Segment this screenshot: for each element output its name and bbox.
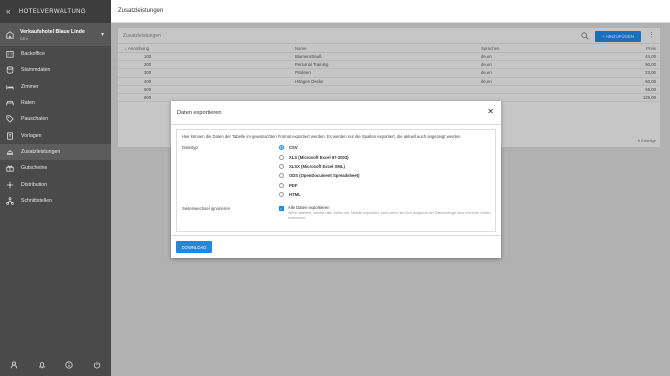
sidebar: « HOTELVERWALTUNG Verkaufshotel Blaue Li… bbox=[0, 0, 111, 376]
dialog-footer: DOWNLOAD bbox=[171, 235, 501, 258]
radio-label: CSV bbox=[289, 145, 298, 150]
network-icon bbox=[5, 197, 15, 205]
dialog-body: Hier können die Daten der Tabelle im gew… bbox=[176, 129, 496, 232]
radio-xls[interactable]: XLS (Microsoft Excel 97-2003) bbox=[279, 154, 349, 160]
sidebar-item-zimmer[interactable]: Zimmer bbox=[0, 79, 111, 95]
sidebar-item-stammdaten[interactable]: Stammdaten bbox=[0, 62, 111, 78]
hotel-name: Verkaufshotel Blaue Linde bbox=[20, 28, 85, 35]
gift-icon bbox=[5, 164, 15, 172]
radio-label: HTML bbox=[289, 191, 301, 197]
sidebar-header: « HOTELVERWALTUNG bbox=[0, 0, 111, 23]
radio-circle[interactable] bbox=[279, 145, 284, 150]
sidebar-item-label: Raten bbox=[21, 100, 35, 107]
sidebar-bottom-bar bbox=[0, 353, 111, 376]
export-all-checkbox[interactable]: ✓ Alle Daten exportieren Wenn aktiviert,… bbox=[279, 205, 498, 220]
chevron-down-icon: ▾ bbox=[100, 32, 104, 38]
user-icon[interactable] bbox=[9, 360, 18, 369]
dialog-title: Daten exportieren bbox=[177, 109, 222, 116]
checkbox-checked-icon[interactable]: ✓ bbox=[279, 206, 284, 211]
sidebar-item-schnittstellen[interactable]: Schnittstellen bbox=[0, 193, 111, 209]
radio-circle[interactable] bbox=[279, 154, 284, 160]
sidebar-item-label: Stammdaten bbox=[21, 67, 51, 74]
distribution-icon bbox=[5, 181, 15, 189]
download-button[interactable]: DOWNLOAD bbox=[176, 241, 212, 253]
radio-xlsx[interactable]: XLSX (Microsoft Excel XML) bbox=[279, 164, 345, 169]
close-icon[interactable]: ✕ bbox=[487, 108, 494, 116]
power-icon[interactable] bbox=[93, 360, 102, 369]
sidebar-item-distribution[interactable]: Distribution bbox=[0, 176, 111, 192]
radio-label: ODS (OpenDocument Spreadsheet) bbox=[289, 173, 360, 178]
dialog-intro-text: Hier können die Daten der Tabelle im gew… bbox=[182, 134, 462, 139]
bell-icon[interactable] bbox=[37, 360, 46, 369]
export-dialog: Daten exportieren ✕ Hier können die Date… bbox=[171, 101, 501, 258]
hotel-icon bbox=[6, 30, 14, 39]
radio-label: PDF bbox=[289, 182, 298, 188]
checkbox-hint: Wenn aktiviert, werden alle Zeilen der T… bbox=[288, 211, 491, 220]
sidebar-item-backoffice[interactable]: Backoffice bbox=[0, 46, 111, 62]
sidebar-item-label: Pauschalen bbox=[21, 116, 49, 123]
radio-label: XLSX (Microsoft Excel XML) bbox=[289, 164, 345, 169]
tag-icon bbox=[5, 115, 15, 124]
hotel-code: DEV bbox=[20, 35, 29, 41]
radio-circle[interactable] bbox=[279, 164, 284, 169]
sidebar-item-zusatzleistungen[interactable]: Zusatzleistungen bbox=[0, 143, 111, 161]
sidebar-item-pauschalen[interactable]: Pauschalen bbox=[0, 111, 111, 127]
sidebar-item-label: Vorlagen bbox=[21, 132, 42, 139]
radio-ods[interactable]: ODS (OpenDocument Spreadsheet) bbox=[279, 173, 360, 178]
bed-icon bbox=[5, 83, 15, 91]
collapse-sidebar-icon[interactable]: « bbox=[6, 7, 11, 16]
template-icon bbox=[5, 132, 15, 140]
sidebar-item-gutscheine[interactable]: Gutscheine bbox=[0, 160, 111, 176]
sidebar-item-label: Schnittstellen bbox=[21, 197, 52, 204]
radio-circle[interactable] bbox=[279, 182, 284, 188]
filetype-label: Dateityp bbox=[182, 145, 198, 150]
sidebar-item-label: Zimmer bbox=[21, 83, 39, 90]
sidebar-item-label: Zusatzleistungen bbox=[21, 148, 61, 155]
dialog-header: Daten exportieren ✕ bbox=[171, 101, 501, 125]
sidebar-item-label: Backoffice bbox=[21, 51, 45, 58]
hotel-selector[interactable]: Verkaufshotel Blaue Linde DEV ▾ bbox=[0, 23, 111, 46]
radio-circle[interactable] bbox=[279, 191, 284, 197]
pagination-label: Seitenwechsel ignorieren bbox=[182, 206, 231, 211]
sidebar-item-raten[interactable]: Raten bbox=[0, 95, 111, 111]
building-icon bbox=[5, 50, 15, 58]
sidebar-item-label: Distribution bbox=[21, 181, 47, 188]
database-icon bbox=[5, 66, 15, 75]
radio-csv[interactable]: CSV bbox=[279, 145, 298, 150]
sidebar-nav: Backoffice Stammdaten Zimmer Raten Pausc… bbox=[0, 46, 111, 209]
radio-html[interactable]: HTML bbox=[279, 191, 301, 197]
radio-label: XLS (Microsoft Excel 97-2003) bbox=[289, 154, 349, 160]
radio-pdf[interactable]: PDF bbox=[279, 182, 298, 188]
checkbox-label: Alle Daten exportieren bbox=[288, 205, 330, 210]
page-title: Zusatzleistungen bbox=[118, 8, 164, 14]
service-bell-icon bbox=[5, 148, 15, 156]
sidebar-item-label: Gutscheine bbox=[21, 165, 48, 172]
help-icon[interactable] bbox=[65, 360, 74, 369]
sidebar-item-vorlagen[interactable]: Vorlagen bbox=[0, 127, 111, 143]
radio-circle[interactable] bbox=[279, 173, 284, 178]
sofa-icon bbox=[5, 99, 15, 107]
app-title: HOTELVERWALTUNG bbox=[18, 8, 86, 15]
page-header: Zusatzleistungen bbox=[111, 0, 670, 23]
